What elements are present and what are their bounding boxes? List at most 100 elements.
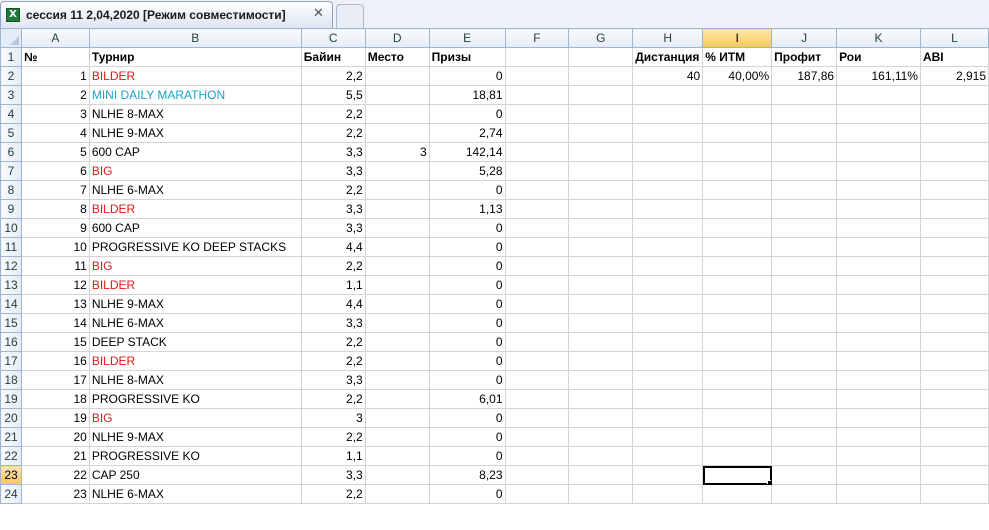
cell-k14[interactable] <box>836 294 921 314</box>
cell-h14[interactable] <box>632 294 704 314</box>
cell-k5[interactable] <box>836 123 921 143</box>
cell-g8[interactable] <box>568 180 634 200</box>
new-tab-button[interactable] <box>336 4 364 28</box>
cell-j10[interactable] <box>771 218 838 238</box>
cell-g21[interactable] <box>568 427 634 447</box>
cell-d2[interactable] <box>364 66 430 86</box>
cell-e3[interactable]: 18,81 <box>428 85 506 105</box>
cell-h15[interactable] <box>632 313 704 333</box>
cell-h7[interactable] <box>632 161 704 181</box>
cell-a7[interactable]: 6 <box>20 161 90 181</box>
cell-l3[interactable] <box>919 85 989 105</box>
cell-l18[interactable] <box>919 370 989 390</box>
cell-b17[interactable]: BILDER <box>88 351 302 371</box>
cell-e17[interactable]: 0 <box>428 351 506 371</box>
cell-e7[interactable]: 5,28 <box>428 161 506 181</box>
cell-b11[interactable]: PROGRESSIVE KO DEEP STACKS <box>88 237 302 257</box>
cell-h11[interactable] <box>632 237 704 257</box>
cell-j4[interactable] <box>771 104 838 124</box>
cell-h12[interactable] <box>632 256 704 276</box>
cell-k18[interactable] <box>836 370 921 390</box>
workbook-tab[interactable]: X сессия 11 2,04,2020 [Режим совместимос… <box>0 1 333 28</box>
cell-g9[interactable] <box>568 199 634 219</box>
cell-f6[interactable] <box>504 142 570 162</box>
cell-b18[interactable]: NLHE 8-MAX <box>88 370 302 390</box>
column-header-f[interactable]: F <box>504 28 570 48</box>
cell-i18[interactable] <box>702 370 773 390</box>
cell-d13[interactable] <box>364 275 430 295</box>
cell-b13[interactable]: BILDER <box>88 275 302 295</box>
cell-c16[interactable]: 2,2 <box>300 332 366 352</box>
cell-l22[interactable] <box>919 446 989 466</box>
row-header[interactable]: 13 <box>0 275 22 295</box>
cell-g17[interactable] <box>568 351 634 371</box>
cell-i6[interactable] <box>702 142 773 162</box>
cell-k19[interactable] <box>836 389 921 409</box>
cell-e10[interactable]: 0 <box>428 218 506 238</box>
cell-j6[interactable] <box>771 142 838 162</box>
row-header[interactable]: 3 <box>0 85 22 105</box>
cell-b2[interactable]: BILDER <box>88 66 302 86</box>
cell-k22[interactable] <box>836 446 921 466</box>
cell-k3[interactable] <box>836 85 921 105</box>
cell-g15[interactable] <box>568 313 634 333</box>
cell-c7[interactable]: 3,3 <box>300 161 366 181</box>
cell-l9[interactable] <box>919 199 989 219</box>
cell-a19[interactable]: 18 <box>20 389 90 409</box>
cell-a23[interactable]: 22 <box>20 465 90 485</box>
cell-j23[interactable] <box>771 465 838 485</box>
cell-h8[interactable] <box>632 180 704 200</box>
cell-j3[interactable] <box>771 85 838 105</box>
cell-l19[interactable] <box>919 389 989 409</box>
cell-d10[interactable] <box>364 218 430 238</box>
cell-h2[interactable]: 40 <box>632 66 704 86</box>
cell-a2[interactable]: 1 <box>20 66 90 86</box>
cell-h4[interactable] <box>632 104 704 124</box>
cell-k15[interactable] <box>836 313 921 333</box>
cell-l4[interactable] <box>919 104 989 124</box>
row-header[interactable]: 12 <box>0 256 22 276</box>
cell-g12[interactable] <box>568 256 634 276</box>
cell-i1[interactable]: % ИТМ <box>702 47 773 67</box>
row-header[interactable]: 2 <box>0 66 22 86</box>
cell-i20[interactable] <box>702 408 773 428</box>
cell-j24[interactable] <box>771 484 838 504</box>
row-header[interactable]: 8 <box>0 180 22 200</box>
row-header[interactable]: 14 <box>0 294 22 314</box>
cell-f5[interactable] <box>504 123 570 143</box>
cell-g4[interactable] <box>568 104 634 124</box>
cell-j14[interactable] <box>771 294 838 314</box>
cell-i9[interactable] <box>702 199 773 219</box>
cell-a1[interactable]: № <box>20 47 90 67</box>
cell-l13[interactable] <box>919 275 989 295</box>
cell-d4[interactable] <box>364 104 430 124</box>
cell-i13[interactable] <box>702 275 773 295</box>
cell-h17[interactable] <box>632 351 704 371</box>
cell-d24[interactable] <box>364 484 430 504</box>
cell-k6[interactable] <box>836 142 921 162</box>
cell-e8[interactable]: 0 <box>428 180 506 200</box>
cell-h18[interactable] <box>632 370 704 390</box>
select-all-corner[interactable] <box>0 28 22 48</box>
cell-e20[interactable]: 0 <box>428 408 506 428</box>
cell-d9[interactable] <box>364 199 430 219</box>
cell-g11[interactable] <box>568 237 634 257</box>
cell-l6[interactable] <box>919 142 989 162</box>
cell-d17[interactable] <box>364 351 430 371</box>
cell-h9[interactable] <box>632 199 704 219</box>
cell-i15[interactable] <box>702 313 773 333</box>
cell-k23[interactable] <box>836 465 921 485</box>
cell-c4[interactable]: 2,2 <box>300 104 366 124</box>
cell-h23[interactable] <box>632 465 704 485</box>
cell-f2[interactable] <box>504 66 570 86</box>
cell-f20[interactable] <box>504 408 570 428</box>
cell-l10[interactable] <box>919 218 989 238</box>
cell-d16[interactable] <box>364 332 430 352</box>
cell-i14[interactable] <box>702 294 773 314</box>
cell-d15[interactable] <box>364 313 430 333</box>
cell-f16[interactable] <box>504 332 570 352</box>
cell-i21[interactable] <box>702 427 773 447</box>
cell-f24[interactable] <box>504 484 570 504</box>
cell-i11[interactable] <box>702 237 773 257</box>
cell-d18[interactable] <box>364 370 430 390</box>
